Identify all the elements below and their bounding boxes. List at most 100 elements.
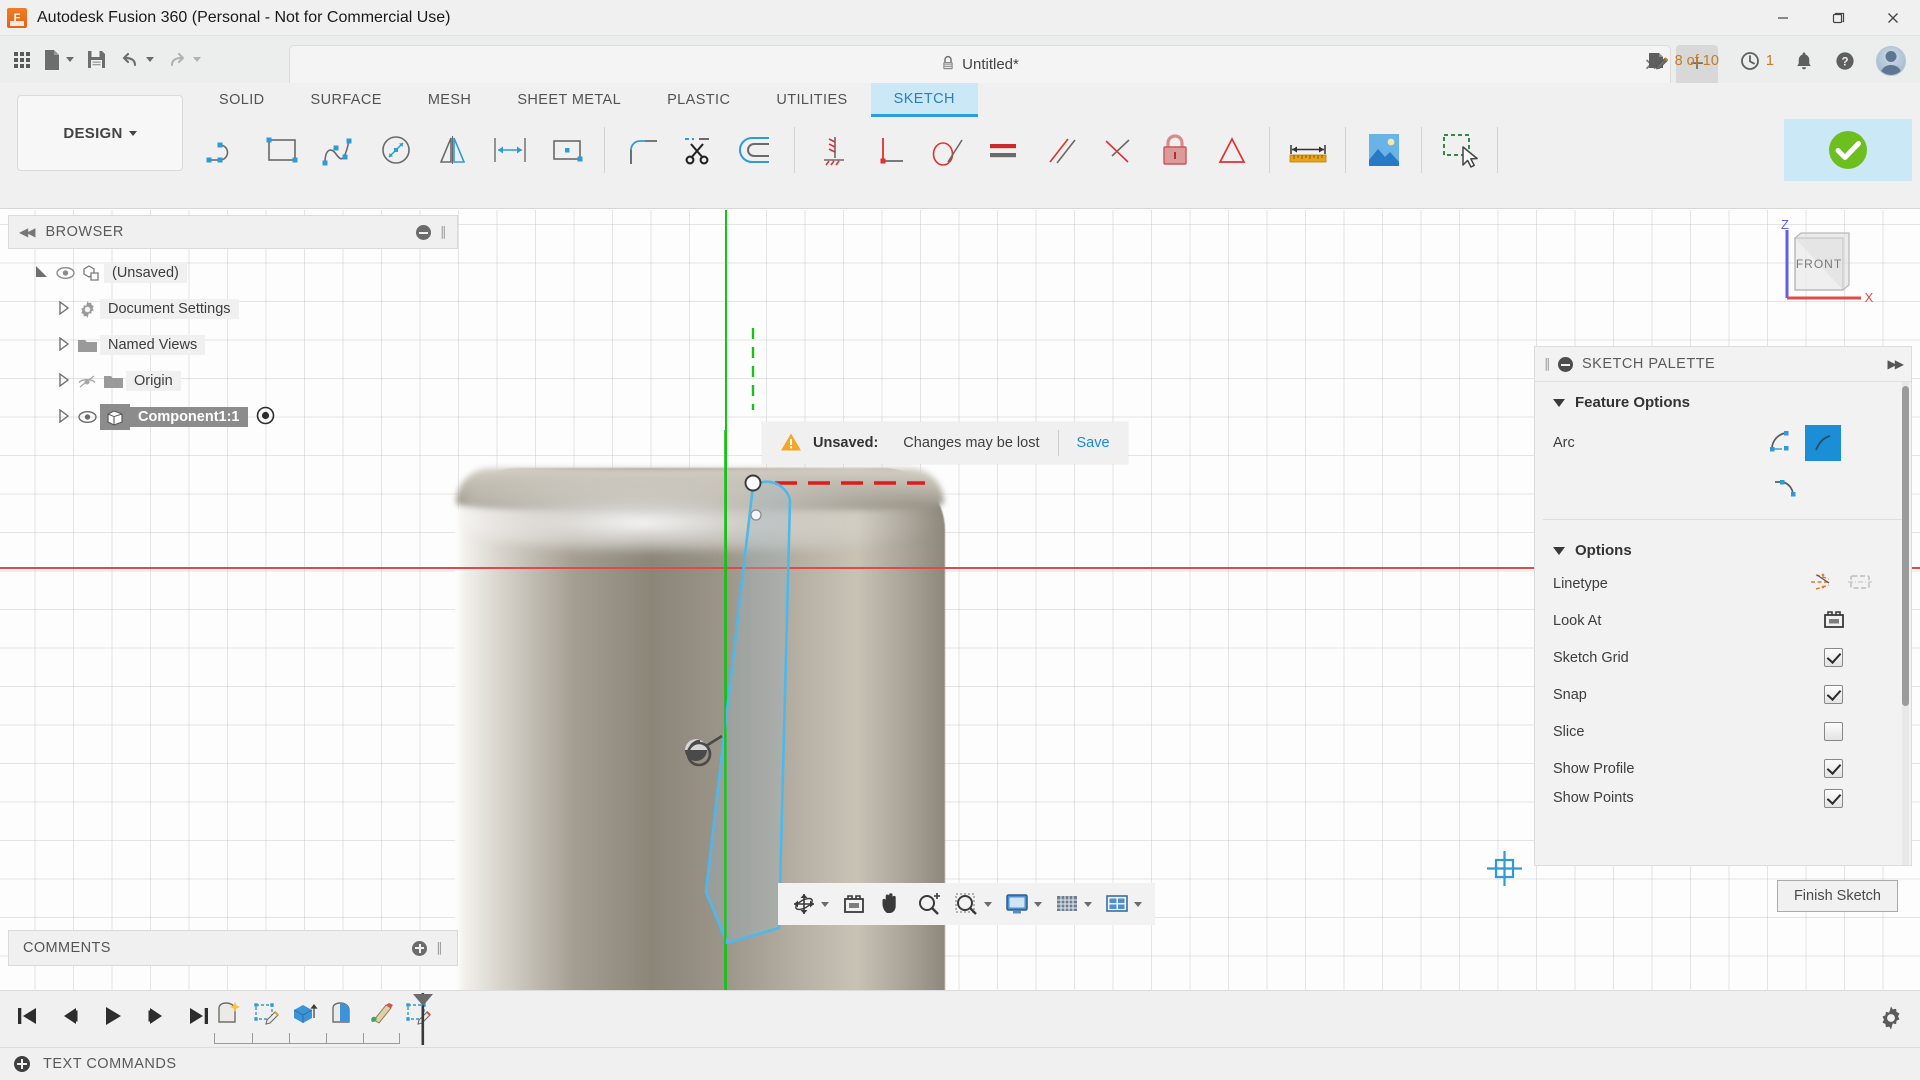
go-to-end-button[interactable] — [182, 999, 216, 1033]
zoom-window-button[interactable] — [949, 889, 997, 920]
add-comment-icon[interactable] — [412, 940, 428, 956]
twisty-collapsed-icon[interactable] — [52, 336, 74, 354]
jobs-status[interactable]: 8 of 10 — [1638, 47, 1727, 75]
linetype-construction-button[interactable] — [1808, 570, 1834, 598]
twisty-collapsed-icon[interactable] — [52, 300, 74, 318]
arc-tangent-button-selected[interactable] — [1805, 425, 1841, 461]
comments-panel[interactable]: COMMENTS ∥ — [8, 930, 458, 966]
fillet-tool[interactable] — [614, 122, 671, 178]
redo-icon[interactable] — [160, 41, 207, 79]
document-tab[interactable]: Untitled* ✕ — [289, 45, 1671, 83]
circle-tool[interactable] — [367, 122, 424, 178]
linetype-centerline-button[interactable] — [1847, 570, 1873, 598]
palette-scrollbar-thumb[interactable] — [1902, 386, 1909, 706]
zoom-button[interactable] — [911, 889, 947, 920]
show-profile-checkbox[interactable] — [1824, 759, 1843, 778]
trim-tool[interactable] — [671, 122, 728, 178]
tangent-constraint[interactable] — [918, 122, 975, 178]
undo-icon[interactable] — [113, 41, 160, 79]
visibility-eye-icon[interactable] — [74, 410, 100, 424]
tree-row-named-views[interactable]: Named Views — [8, 327, 458, 363]
section-feature-options[interactable]: Feature Options — [1535, 382, 1911, 417]
look-at-button[interactable] — [1821, 607, 1847, 635]
midpoint-constraint[interactable] — [1089, 122, 1146, 178]
minimize-button[interactable] — [1755, 0, 1810, 36]
history-status[interactable]: 1 — [1731, 46, 1782, 76]
orbit-button[interactable] — [786, 888, 834, 920]
play-button[interactable] — [96, 999, 130, 1033]
parallel-constraint[interactable] — [1032, 122, 1089, 178]
visibility-hidden-eye-icon[interactable] — [74, 374, 100, 389]
help-button[interactable]: ? — [1826, 46, 1864, 76]
step-back-button[interactable] — [53, 999, 87, 1033]
new-file-icon[interactable] — [36, 41, 80, 79]
close-button[interactable] — [1865, 0, 1920, 36]
text-commands-bar[interactable]: TEXT COMMANDS — [0, 1047, 1920, 1080]
maximize-button[interactable] — [1810, 0, 1865, 36]
linear-pattern-tool[interactable] — [481, 122, 538, 178]
browser-minimize-icon[interactable] — [416, 224, 431, 240]
finish-sketch-button[interactable]: Finish Sketch — [1776, 880, 1898, 912]
palette-minimize-icon[interactable] — [1558, 356, 1573, 372]
extrude-feature[interactable] — [288, 997, 322, 1031]
twisty-collapsed-icon[interactable] — [52, 372, 74, 390]
pan-button[interactable] — [874, 888, 909, 920]
tree-row-component1[interactable]: Component1:1 — [8, 399, 458, 435]
curvature-constraint[interactable] — [1203, 122, 1260, 178]
comments-resize-handle[interactable]: ∥ — [436, 940, 443, 956]
line-tool[interactable] — [196, 122, 253, 178]
look-at-button[interactable] — [836, 889, 872, 919]
tab-sheet-metal[interactable]: SHEET METAL — [494, 83, 644, 117]
tab-plastic[interactable]: PLASTIC — [644, 83, 753, 117]
tab-sketch[interactable]: SKETCH — [870, 83, 978, 117]
arc-3point-button[interactable] — [1768, 429, 1794, 457]
collapse-left-icon[interactable]: ◀◀ — [19, 225, 36, 239]
twisty-collapsed-icon[interactable] — [52, 408, 74, 426]
grid-snaps-button[interactable] — [1049, 889, 1097, 919]
section-options[interactable]: Options — [1535, 530, 1911, 565]
app-grid-icon[interactable] — [8, 41, 36, 79]
sketch-feature[interactable] — [250, 997, 284, 1031]
shell-feature[interactable] — [364, 997, 398, 1031]
display-settings-button[interactable] — [999, 889, 1047, 919]
new-component-feature[interactable] — [212, 997, 246, 1031]
tree-row-unsaved[interactable]: (Unsaved) — [8, 255, 458, 291]
offset-tool[interactable] — [728, 122, 785, 178]
save-icon[interactable] — [80, 41, 113, 79]
visibility-eye-icon[interactable] — [52, 266, 78, 280]
fillet-feature[interactable] — [326, 997, 360, 1031]
perpendicular-constraint[interactable] — [861, 122, 918, 178]
activate-component-radio[interactable] — [256, 406, 275, 429]
spline-tool[interactable] — [310, 122, 367, 178]
tab-mesh[interactable]: MESH — [405, 83, 495, 117]
timeline-marker[interactable] — [412, 993, 433, 1045]
tab-solid[interactable]: SOLID — [196, 83, 288, 117]
go-to-beginning-button[interactable] — [10, 999, 44, 1033]
mirror-tool[interactable] — [424, 122, 481, 178]
tree-row-document-settings[interactable]: Document Settings — [8, 291, 458, 327]
user-account-button[interactable] — [1868, 42, 1914, 80]
step-forward-button[interactable] — [139, 999, 173, 1033]
finish-sketch-tool[interactable] — [1784, 119, 1912, 181]
tree-row-origin[interactable]: Origin — [8, 363, 458, 399]
notifications-button[interactable] — [1786, 46, 1822, 76]
slice-checkbox[interactable] — [1824, 722, 1843, 741]
workspace-selector[interactable]: DESIGN — [17, 95, 183, 171]
select-tool[interactable] — [1431, 122, 1488, 178]
rectangle-tool[interactable] — [253, 122, 310, 178]
palette-drag-handle[interactable]: ∥ — [1544, 356, 1551, 372]
view-cube[interactable]: Z X FRONT — [1765, 217, 1875, 315]
rectangular-pattern-tool[interactable] — [538, 122, 595, 178]
arc-center-point-button[interactable] — [1773, 476, 1803, 502]
insert-image-tool[interactable] — [1355, 122, 1412, 178]
viewports-button[interactable] — [1099, 889, 1147, 919]
save-link[interactable]: Save — [1077, 435, 1110, 451]
sketch-grid-checkbox[interactable] — [1824, 648, 1843, 667]
measure-tool[interactable] — [1279, 122, 1336, 178]
snap-checkbox[interactable] — [1824, 685, 1843, 704]
timeline-settings-button[interactable] — [1878, 1005, 1904, 1034]
horizontal-vertical-constraint[interactable] — [804, 122, 861, 178]
tab-surface[interactable]: SURFACE — [288, 83, 405, 117]
twisty-expanded-icon[interactable] — [30, 264, 52, 282]
fix-unfix-constraint[interactable] — [1146, 122, 1203, 178]
